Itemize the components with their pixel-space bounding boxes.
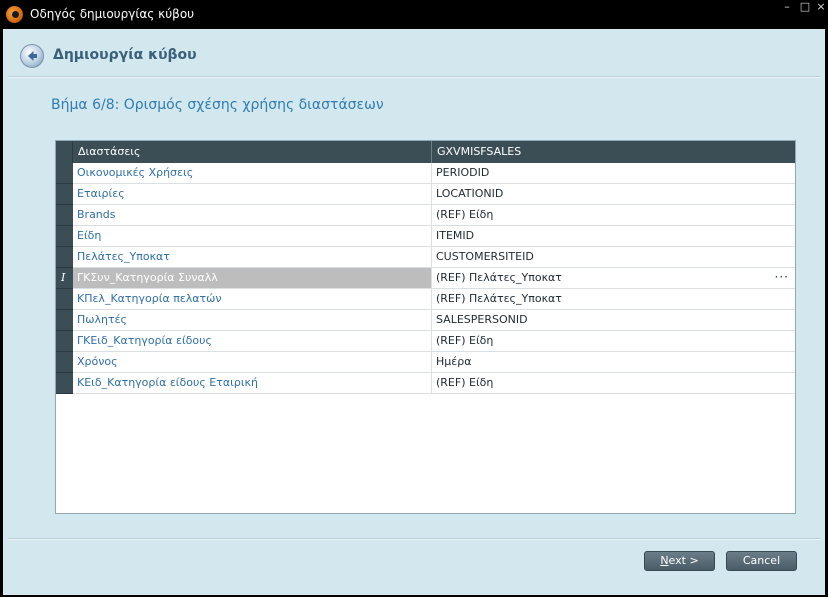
relationship-value: (REF) Είδη bbox=[436, 208, 494, 221]
relationship-cell[interactable]: (REF) Είδη bbox=[432, 331, 795, 351]
table-row[interactable]: Είδη ITEMID bbox=[56, 226, 795, 247]
dimension-cell[interactable]: ΓΚΕιδ_Κατηγορία είδους bbox=[73, 331, 432, 351]
header-indicator-cell bbox=[56, 141, 73, 163]
row-indicator[interactable]: I bbox=[56, 268, 73, 289]
table-row[interactable]: Brands (REF) Είδη bbox=[56, 205, 795, 226]
table-row[interactable]: ΚΕιδ_Κατηγορία είδους Εταιρική (REF) Είδη bbox=[56, 373, 795, 394]
dimension-cell[interactable]: ΓΚΣυν_Κατηγορία Συναλλ bbox=[73, 268, 432, 288]
relationship-cell[interactable]: LOCATIONID bbox=[432, 184, 795, 204]
table-row[interactable]: Οικονομικές Χρήσεις PERIODID bbox=[56, 163, 795, 184]
dimension-cell[interactable]: Οικονομικές Χρήσεις bbox=[73, 163, 432, 183]
cancel-button[interactable]: Cancel bbox=[726, 551, 797, 571]
relationship-cell[interactable]: PERIODID bbox=[432, 163, 795, 183]
dimension-cell[interactable]: ΚΠελ_Κατηγορία πελατών bbox=[73, 289, 432, 309]
table-row[interactable]: ΓΚΕιδ_Κατηγορία είδους (REF) Είδη bbox=[56, 331, 795, 352]
row-indicator[interactable] bbox=[56, 331, 73, 352]
wizard-window: Οδηγός δημιουργίας κύβου – □ × Δημιουργί… bbox=[0, 0, 828, 597]
row-indicator[interactable] bbox=[56, 373, 73, 394]
dimension-cell[interactable]: Brands bbox=[73, 205, 432, 225]
wizard-content: Δημιουργία κύβου Βήμα 6/8: Ορισμός σχέση… bbox=[3, 29, 825, 595]
row-indicator[interactable] bbox=[56, 352, 73, 373]
footer-divider-highlight bbox=[8, 539, 820, 540]
grid-rows: Οικονομικές Χρήσεις PERIODID Εταιρίες LOCAT… bbox=[56, 163, 795, 394]
relationship-cell[interactable]: (REF) Πελάτες_Υποκατ bbox=[432, 289, 795, 309]
relationship-value: Ημέρα bbox=[436, 355, 472, 368]
relationship-value: CUSTOMERSITEID bbox=[436, 250, 534, 263]
page-title: Δημιουργία κύβου bbox=[53, 47, 197, 63]
next-mnemonic: N bbox=[660, 554, 669, 567]
relationship-value: (REF) Είδη bbox=[436, 376, 494, 389]
close-button[interactable]: × bbox=[812, 0, 828, 18]
next-label: ext > bbox=[668, 554, 699, 567]
row-indicator[interactable] bbox=[56, 226, 73, 247]
dimension-cell[interactable]: Πωλητές bbox=[73, 310, 432, 330]
relationship-cell[interactable]: ITEMID bbox=[432, 226, 795, 246]
dimension-cell[interactable]: Εταιρίες bbox=[73, 184, 432, 204]
row-indicator[interactable] bbox=[56, 205, 73, 226]
edit-indicator-icon: I bbox=[61, 271, 66, 284]
back-button[interactable] bbox=[20, 44, 44, 68]
header-divider-highlight bbox=[8, 77, 820, 78]
table-row[interactable]: ΚΠελ_Κατηγορία πελατών (REF) Πελάτες_Υποκ… bbox=[56, 289, 795, 310]
dimension-cell[interactable]: ΚΕιδ_Κατηγορία είδους Εταιρική bbox=[73, 373, 432, 393]
relationship-cell[interactable]: SALESPERSONID bbox=[432, 310, 795, 330]
row-indicator[interactable] bbox=[56, 310, 73, 331]
relationship-value: PERIODID bbox=[436, 166, 490, 179]
relationship-value: (REF) Είδη bbox=[436, 334, 494, 347]
dimension-usage-grid[interactable]: Διαστάσεις GXVMISFSALES Οικονομικές Χρήσ… bbox=[55, 140, 796, 514]
step-title: Βήμα 6/8: Ορισμός σχέσης χρήσης διαστάσε… bbox=[51, 97, 384, 113]
back-arrow-icon bbox=[28, 51, 37, 61]
row-indicator[interactable] bbox=[56, 163, 73, 184]
dimension-cell[interactable]: Χρόνος bbox=[73, 352, 432, 372]
relationship-value: (REF) Πελάτες_Υποκατ bbox=[436, 271, 562, 284]
row-indicator[interactable] bbox=[56, 247, 73, 268]
minimize-button[interactable]: – bbox=[778, 0, 796, 18]
relationship-cell[interactable]: (REF) Είδη bbox=[432, 205, 795, 225]
table-row[interactable]: Πωλητές SALESPERSONID bbox=[56, 310, 795, 331]
title-bar: Οδηγός δημιουργίας κύβου – □ × bbox=[0, 0, 828, 29]
relationship-cell[interactable]: CUSTOMERSITEID bbox=[432, 247, 795, 267]
table-row[interactable]: Εταιρίες LOCATIONID bbox=[56, 184, 795, 205]
column-header-dimensions[interactable]: Διαστάσεις bbox=[73, 141, 432, 163]
window-title: Οδηγός δημιουργίας κύβου bbox=[30, 7, 195, 21]
relationship-value: LOCATIONID bbox=[436, 187, 504, 200]
column-header-measure-group[interactable]: GXVMISFSALES bbox=[432, 141, 795, 163]
relationship-value: ITEMID bbox=[436, 229, 475, 242]
relationship-cell[interactable]: Ημέρα bbox=[432, 352, 795, 372]
row-indicator[interactable] bbox=[56, 289, 73, 310]
dimension-cell[interactable]: Είδη bbox=[73, 226, 432, 246]
relationship-cell[interactable]: (REF) Είδη bbox=[432, 373, 795, 393]
ellipsis-button[interactable]: ··· bbox=[775, 268, 789, 288]
relationship-value: (REF) Πελάτες_Υποκατ bbox=[436, 292, 562, 305]
table-row[interactable]: Πελάτες_Υποκατ CUSTOMERSITEID bbox=[56, 247, 795, 268]
row-indicator[interactable] bbox=[56, 184, 73, 205]
next-button[interactable]: Next > bbox=[644, 551, 715, 571]
table-row[interactable]: Χρόνος Ημέρα bbox=[56, 352, 795, 373]
table-row[interactable]: I ΓΚΣυν_Κατηγορία Συναλλ (REF) Πελάτες_Υπο… bbox=[56, 268, 795, 289]
grid-header: Διαστάσεις GXVMISFSALES bbox=[56, 141, 795, 163]
dimension-cell[interactable]: Πελάτες_Υποκατ bbox=[73, 247, 432, 267]
app-logo-icon bbox=[6, 6, 23, 23]
relationship-cell[interactable]: (REF) Πελάτες_Υποκατ ··· bbox=[432, 268, 795, 288]
relationship-value: SALESPERSONID bbox=[436, 313, 528, 326]
